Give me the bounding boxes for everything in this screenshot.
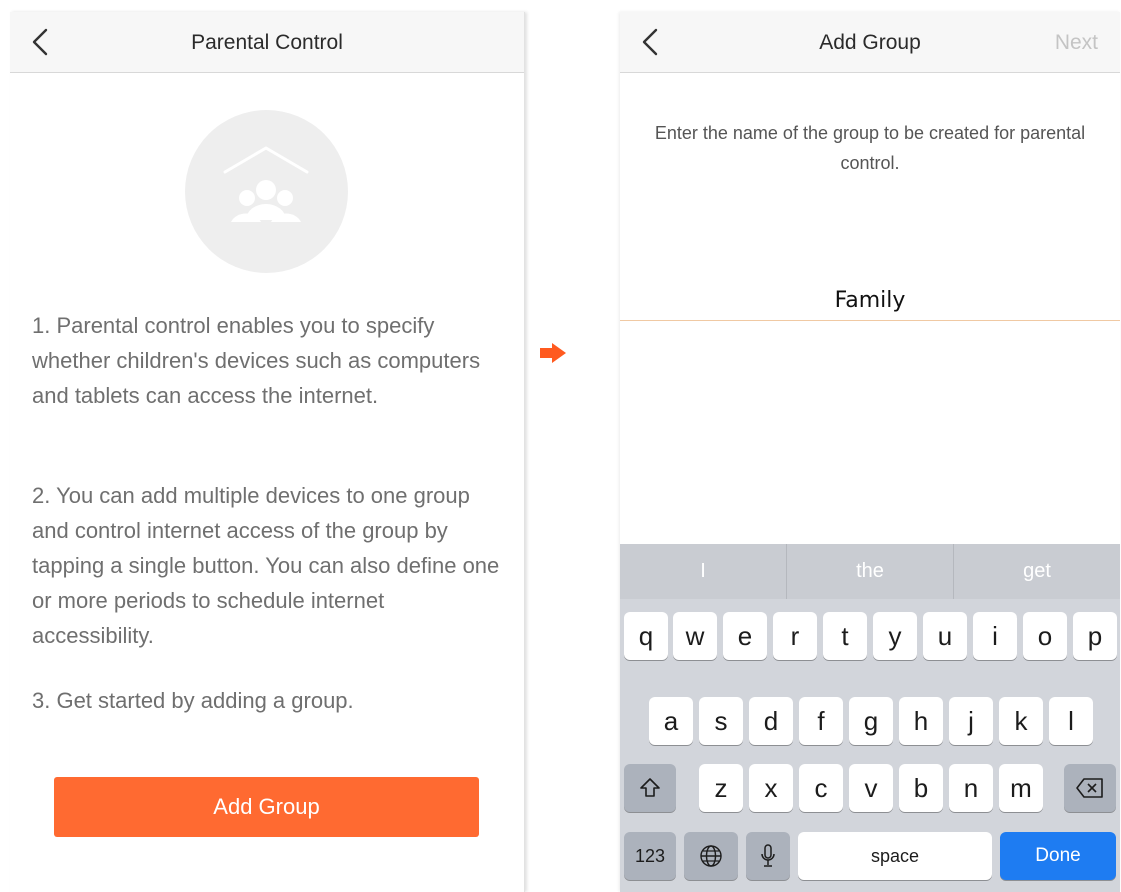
key-m[interactable]: m	[999, 764, 1043, 812]
key-v[interactable]: v	[849, 764, 893, 812]
globe-key[interactable]	[684, 832, 738, 880]
numbers-key[interactable]: 123	[624, 832, 676, 880]
key-x[interactable]: x	[749, 764, 793, 812]
instruction-text: Enter the name of the group to be create…	[654, 123, 1086, 173]
page-title: Parental Control	[191, 31, 343, 54]
key-g[interactable]: g	[849, 697, 893, 745]
key-r[interactable]: r	[773, 612, 817, 660]
microphone-icon	[761, 844, 775, 867]
suggestion-item[interactable]: I	[620, 544, 787, 599]
add-group-button[interactable]: Add Group	[54, 777, 479, 837]
key-k[interactable]: k	[999, 697, 1043, 745]
key-p[interactable]: p	[1073, 612, 1117, 660]
key-l[interactable]: l	[1049, 697, 1093, 745]
key-t[interactable]: t	[823, 612, 867, 660]
add-group-screen: Add Group Next Enter the name of the gro…	[620, 12, 1120, 892]
shift-key[interactable]	[624, 764, 676, 812]
key-b[interactable]: b	[899, 764, 943, 812]
key-f[interactable]: f	[799, 697, 843, 745]
description-paragraph: 2. You can add multiple devices to one g…	[32, 483, 500, 648]
page-title: Add Group	[819, 31, 921, 54]
key-s[interactable]: s	[699, 697, 743, 745]
group-name-input[interactable]	[620, 280, 1120, 321]
nav-bar: Parental Control	[10, 12, 524, 73]
key-o[interactable]: o	[1023, 612, 1067, 660]
description-paragraph: 1. Parental control enables you to speci…	[32, 313, 481, 408]
key-h[interactable]: h	[899, 697, 943, 745]
group-house-icon	[185, 110, 348, 273]
suggestion-item[interactable]: get	[954, 544, 1120, 599]
backspace-key[interactable]	[1064, 764, 1116, 812]
key-q[interactable]: q	[624, 612, 668, 660]
nav-bar: Add Group Next	[620, 12, 1120, 73]
key-u[interactable]: u	[923, 612, 967, 660]
key-a[interactable]: a	[649, 697, 693, 745]
globe-icon	[700, 845, 722, 867]
key-j[interactable]: j	[949, 697, 993, 745]
right-arrow-icon	[540, 341, 580, 365]
parental-control-screen: Parental Control 1. Parental control ena…	[10, 12, 525, 892]
on-screen-keyboard: I the get q w e r t y u i o p a s d f g …	[620, 544, 1120, 892]
space-key[interactable]: space	[798, 832, 992, 880]
suggestion-item[interactable]: the	[787, 544, 954, 599]
backspace-icon	[1076, 778, 1103, 798]
description-paragraph: 3. Get started by adding a group.	[32, 688, 354, 713]
key-w[interactable]: w	[673, 612, 717, 660]
key-z[interactable]: z	[699, 764, 743, 812]
next-button[interactable]: Next	[1055, 12, 1098, 72]
shift-arrow-icon	[640, 778, 660, 797]
key-c[interactable]: c	[799, 764, 843, 812]
key-e[interactable]: e	[723, 612, 767, 660]
microphone-key[interactable]	[746, 832, 790, 880]
done-key[interactable]: Done	[1000, 832, 1116, 880]
key-n[interactable]: n	[949, 764, 993, 812]
predictive-suggestion-bar: I the get	[620, 544, 1120, 599]
key-i[interactable]: i	[973, 612, 1017, 660]
key-d[interactable]: d	[749, 697, 793, 745]
key-y[interactable]: y	[873, 612, 917, 660]
